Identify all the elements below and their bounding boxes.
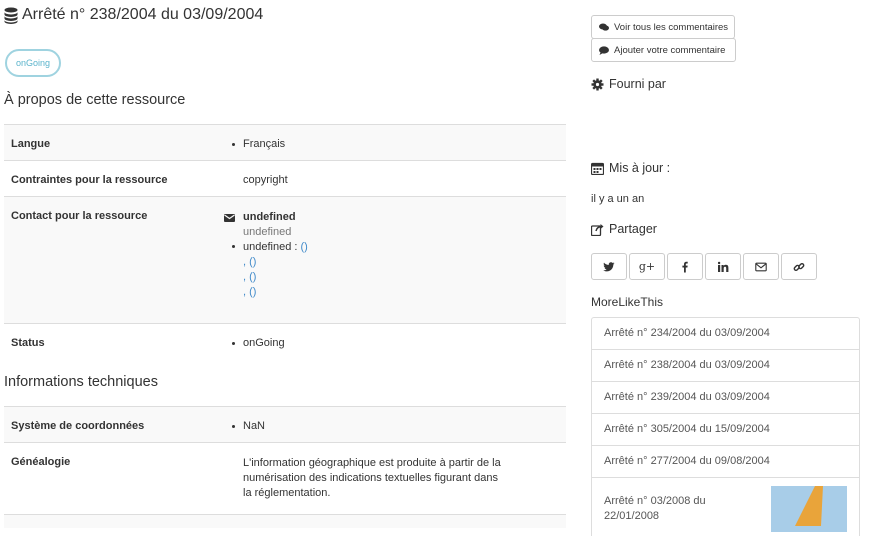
related-list: Arrêté n° 234/2004 du 03/09/2004 Arrêté …	[591, 317, 860, 536]
facebook-icon	[682, 261, 688, 272]
table-row: Status onGoing	[4, 323, 566, 360]
contact-org: undefined	[243, 226, 292, 238]
map-thumbnail	[771, 486, 847, 532]
view-comments-button[interactable]: Voir tous les commentaires	[591, 15, 736, 39]
link-share-button[interactable]	[781, 253, 817, 280]
technical-section-title: Informations techniques	[4, 374, 158, 390]
related-item[interactable]: Arrêté n° 277/2004 du 09/08/2004	[592, 446, 859, 478]
gear-icon	[591, 78, 604, 90]
about-section-title: À propos de cette ressource	[4, 92, 186, 108]
contact-name: undefined	[243, 211, 296, 223]
contact-extra-link[interactable]: , ()	[224, 285, 566, 300]
updated-heading: Mis à jour :	[591, 161, 670, 175]
contact-role-link[interactable]: ()	[301, 241, 308, 253]
related-item[interactable]: Arrêté n° 03/2008 du 22/01/2008	[592, 478, 859, 536]
table-row: Langue Français	[4, 124, 566, 161]
constraints-label: Contraintes pour la ressource	[4, 160, 215, 197]
share-buttons: g+	[591, 253, 819, 280]
status-label: Status	[4, 323, 215, 360]
lineage-label: Généalogie	[4, 442, 215, 515]
email-share-button[interactable]	[743, 253, 779, 280]
status-value: onGoing	[232, 337, 566, 349]
more-like-this-heading: MoreLikeThis	[591, 295, 664, 309]
twitter-icon	[603, 261, 615, 271]
table-row: Généalogie L'information géographique es…	[4, 442, 566, 515]
related-item[interactable]: Arrêté n° 234/2004 du 03/09/2004	[592, 318, 859, 350]
comments-icon	[599, 23, 609, 31]
google-plus-share-button[interactable]: g+	[629, 253, 665, 280]
provided-by-heading: Fourni par	[591, 77, 666, 91]
envelope-icon	[224, 213, 235, 222]
database-icon	[4, 7, 18, 24]
table-row	[4, 514, 566, 528]
updated-value: il y a un an	[591, 193, 645, 205]
language-value: Français	[232, 138, 566, 150]
calendar-icon	[591, 162, 604, 175]
crs-value: NaN	[232, 420, 566, 432]
linkedin-icon	[717, 261, 729, 272]
add-comment-button[interactable]: Ajouter votre commentaire	[591, 38, 736, 62]
page-header: Arrêté n° 238/2004 du 03/09/2004	[4, 6, 263, 24]
share-heading: Partager	[591, 222, 657, 236]
lineage-value: L'information géographique est produite …	[215, 442, 566, 515]
comment-icon	[599, 45, 609, 55]
crs-label: Système de coordonnées	[4, 406, 215, 443]
related-item-label: Arrêté n° 03/2008 du 22/01/2008	[604, 495, 706, 522]
contact-label: Contact pour la ressource	[4, 196, 215, 324]
status-badge: onGoing	[5, 49, 61, 77]
about-table: Langue Français Contraintes pour la ress…	[4, 124, 566, 360]
linkedin-share-button[interactable]	[705, 253, 741, 280]
google-plus-icon: g+	[638, 260, 656, 273]
related-item[interactable]: Arrêté n° 305/2004 du 15/09/2004	[592, 414, 859, 446]
related-item[interactable]: Arrêté n° 239/2004 du 03/09/2004	[592, 382, 859, 414]
link-icon	[793, 262, 805, 271]
contact-extra-link[interactable]: , ()	[224, 270, 566, 285]
constraints-value: copyright	[215, 160, 566, 197]
page-title: Arrêté n° 238/2004 du 03/09/2004	[22, 6, 264, 23]
email-icon	[755, 262, 767, 271]
table-row: Système de coordonnées NaN	[4, 406, 566, 443]
table-row: Contraintes pour la ressource copyright	[4, 160, 566, 197]
twitter-share-button[interactable]	[591, 253, 627, 280]
language-label: Langue	[4, 124, 215, 161]
contact-role: undefined : ()	[232, 240, 566, 255]
facebook-share-button[interactable]	[667, 253, 703, 280]
related-item[interactable]: Arrêté n° 238/2004 du 03/09/2004	[592, 350, 859, 382]
table-row: Contact pour la ressource undefined unde…	[4, 196, 566, 324]
share-icon	[591, 223, 604, 236]
contact-extra-link[interactable]: , ()	[224, 255, 566, 270]
technical-table: Système de coordonnées NaN Généalogie L'…	[4, 406, 566, 528]
